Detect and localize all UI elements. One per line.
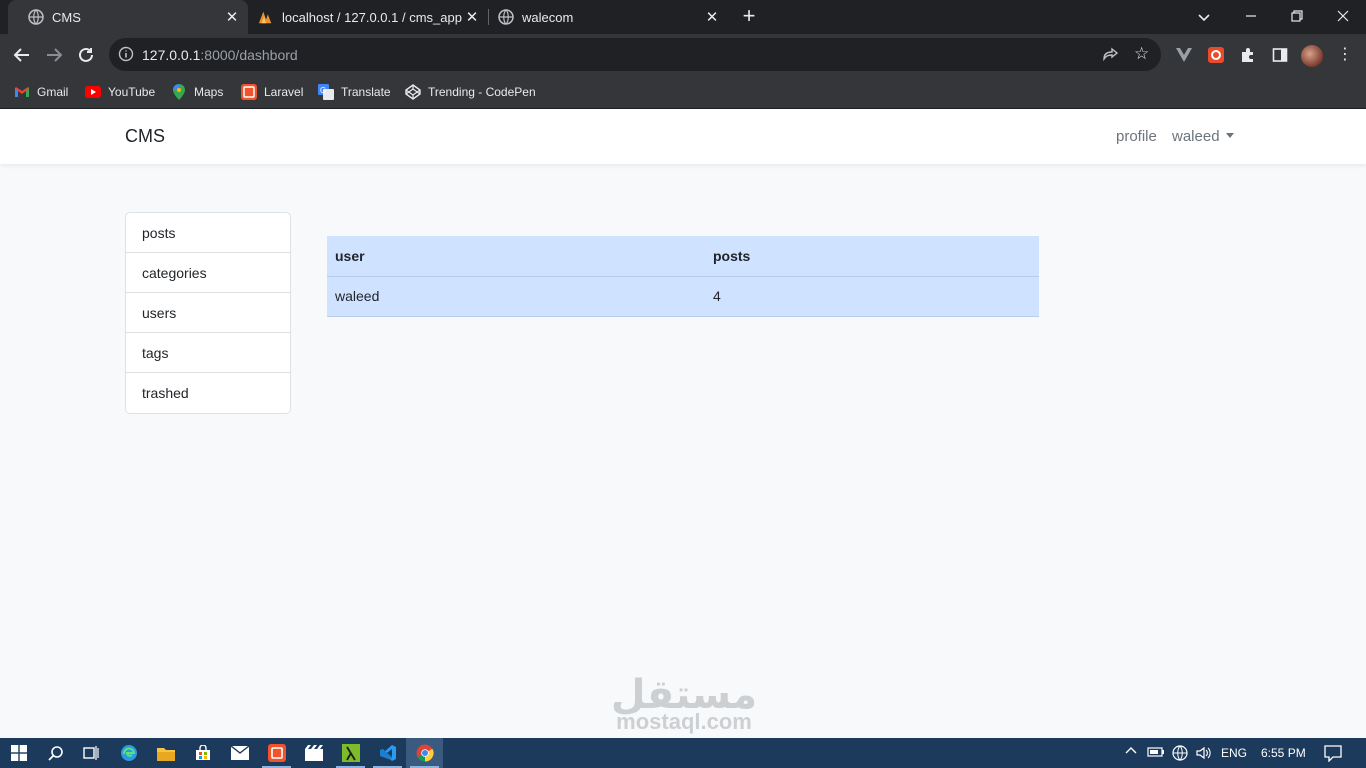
caret-down-icon [1225,133,1234,138]
profile-avatar[interactable] [1301,45,1323,67]
bookmark-star-icon[interactable]: ☆ [1134,45,1152,63]
column-header-user: user [327,236,705,277]
notification-center-icon[interactable] [1324,744,1342,765]
network-globe-icon[interactable] [1172,745,1188,764]
user-name: waleed [1172,128,1220,145]
url-text: 127.0.0.1:8000/dashbord [142,47,298,63]
chrome-icon[interactable] [406,738,443,768]
bookmark-youtube[interactable]: YouTube [85,81,155,103]
window-close-icon[interactable] [1331,5,1355,29]
globe-icon [28,9,44,25]
youtube-icon [85,84,101,100]
windows-taskbar: ENG 6:55 PM [0,738,1366,768]
task-view-icon[interactable] [72,738,109,768]
sidebar-item-trashed[interactable]: trashed [126,373,290,413]
show-hidden-icons-chevron-icon[interactable] [1125,745,1137,760]
laravel-icon [241,84,257,100]
mail-icon[interactable] [221,738,258,768]
volume-icon[interactable] [1196,745,1212,764]
cell-posts: 4 [705,276,1039,317]
phpmyadmin-icon [258,9,274,25]
tab-phpmyadmin[interactable]: localhost / 127.0.0.1 / cms_app / ✕ [248,0,488,34]
sidebar-item-tags[interactable]: tags [126,333,290,373]
codepen-icon [405,84,421,100]
close-icon[interactable]: ✕ [462,8,482,26]
more-vertical-icon[interactable]: ⋮ [1337,45,1353,65]
bookmarks-bar: Gmail YouTube Maps Laravel G Translate T… [0,75,1366,109]
reload-icon[interactable] [74,43,98,67]
side-panel-icon[interactable] [1271,46,1289,64]
url-host: 127.0.0.1 [142,47,201,63]
tab-cms[interactable]: CMS ✕ [8,0,248,34]
bookmark-label: Trending - CodePen [428,85,536,99]
extension-red-icon[interactable] [1207,46,1225,64]
sidebar-list: posts categories users tags trashed [125,212,291,414]
vuejs-devtools-icon[interactable] [1175,46,1193,64]
tab-title: localhost / 127.0.0.1 / cms_app / [282,9,462,25]
minimize-icon[interactable] [1239,5,1263,29]
tab-walecom[interactable]: walecom ✕ [488,0,728,34]
bookmark-maps[interactable]: Maps [171,81,223,103]
sidebar-item-users[interactable]: users [126,293,290,333]
forward-arrow-icon[interactable] [42,43,66,67]
vscode-icon[interactable] [369,738,406,768]
back-arrow-icon[interactable] [10,43,34,67]
bookmark-label: YouTube [108,85,156,99]
bookmark-codepen[interactable]: Trending - CodePen [405,81,536,103]
restore-icon[interactable] [1285,5,1309,29]
site-info-icon[interactable] [118,46,134,62]
xampp-icon[interactable] [258,738,295,768]
close-icon[interactable]: ✕ [702,8,722,26]
sidebar-item-categories[interactable]: categories [126,253,290,293]
translate-icon: G [318,84,334,100]
user-posts-table: user posts waleed 4 [327,236,1039,317]
column-header-posts: posts [705,236,1039,277]
maps-icon [171,84,187,100]
clock-time[interactable]: 6:55 PM [1261,746,1306,760]
bookmark-translate[interactable]: G Translate [318,81,391,103]
bookmark-label: Maps [194,85,224,99]
browser-tab-strip: CMS ✕ localhost / 127.0.0.1 / cms_app / … [0,0,1366,34]
table-header-row: user posts [327,236,1039,277]
file-explorer-icon[interactable] [147,738,184,768]
close-icon[interactable]: ✕ [222,8,242,26]
store-icon[interactable] [184,738,221,768]
globe-icon [498,9,514,25]
share-icon[interactable] [1102,46,1120,64]
new-tab-button[interactable]: + [737,5,761,29]
gmail-icon [14,84,30,100]
bookmark-gmail[interactable]: Gmail [14,81,68,103]
table-row: waleed 4 [327,276,1039,317]
profile-link[interactable]: profile [1116,128,1157,145]
user-dropdown-toggle[interactable]: waleed [1172,128,1234,145]
bookmark-label: Laravel [264,85,304,99]
sidebar-item-posts[interactable]: posts [126,213,290,253]
windows-start-icon[interactable] [0,738,37,768]
language-indicator[interactable]: ENG [1221,746,1247,760]
page-viewport: CMS profile waleed posts categories user… [0,109,1366,738]
url-path: :8000/dashbord [200,47,298,63]
tab-title: CMS [52,9,81,25]
brand-link[interactable]: CMS [125,126,165,147]
lambda-app-icon[interactable] [332,738,369,768]
puzzle-icon[interactable] [1239,46,1257,64]
cell-user: waleed [327,276,705,317]
battery-icon[interactable] [1147,746,1165,761]
search-icon[interactable] [37,738,74,768]
tab-title: walecom [522,9,574,25]
svg-text:G: G [320,86,326,95]
bookmark-laravel[interactable]: Laravel [241,81,303,103]
tab-search-chevron-icon[interactable] [1194,7,1214,27]
browser-toolbar: 127.0.0.1:8000/dashbord ☆ ⋮ [0,34,1366,75]
bookmark-label: Translate [341,85,391,99]
media-player-icon[interactable] [295,738,332,768]
app-navbar: CMS profile waleed [0,109,1366,164]
address-bar[interactable]: 127.0.0.1:8000/dashbord ☆ [109,38,1161,71]
edge-icon[interactable] [110,738,147,768]
bookmark-label: Gmail [37,85,69,99]
